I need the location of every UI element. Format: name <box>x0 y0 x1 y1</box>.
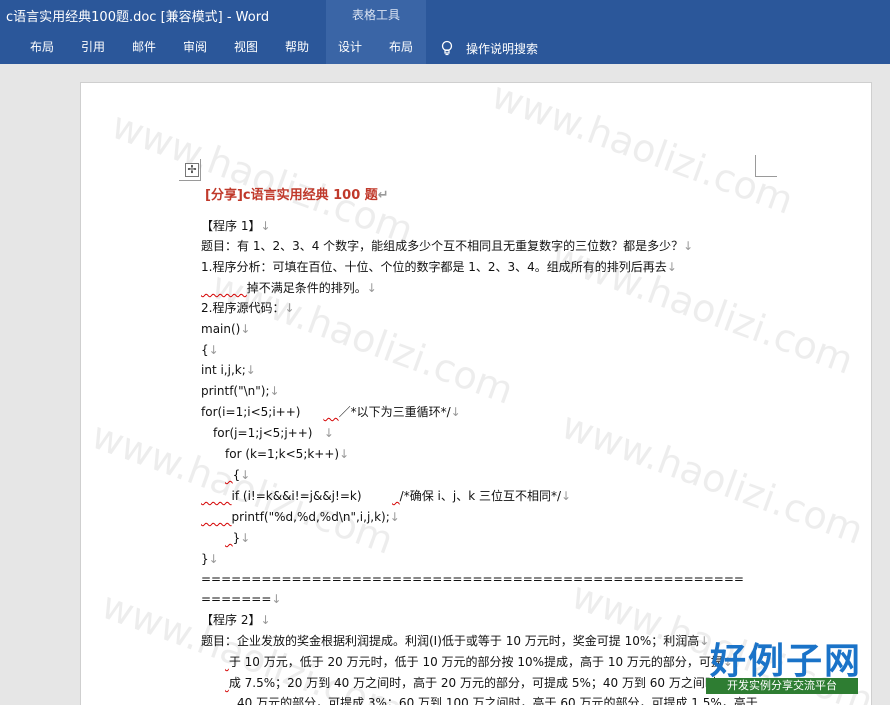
code-line: {↓ <box>232 468 251 482</box>
code-line: printf("\n");↓ <box>201 384 280 398</box>
title-bar: c语言实用经典100题.doc [兼容模式] - Word 表格工具 布局 引用… <box>0 0 890 64</box>
code-line: printf("%d,%d,%d\n",i,j,k);↓ <box>231 510 400 524</box>
tab-layout[interactable]: 布局 <box>30 38 54 58</box>
tab-mailings[interactable]: 邮件 <box>132 38 156 58</box>
tab-view[interactable]: 视图 <box>234 38 258 58</box>
logo-title: 好例子网 <box>710 641 863 682</box>
code-line: }↓ <box>232 531 251 545</box>
separator-line: =======↓ <box>201 592 282 606</box>
document-heading: [分享]c语言实用经典 100 题↵ <box>205 188 389 203</box>
code-line: main()↓ <box>201 322 251 336</box>
code-line: int i,j,k;↓ <box>201 363 256 377</box>
separator-line: ========================================… <box>201 572 744 586</box>
code-line: for(i=1;i<5;i++) ／*以下为三重循环*/↓ <box>201 405 461 419</box>
text-line: 掉不满足条件的排列。↓ <box>246 281 377 295</box>
text-line: 题目：有 1、2、3、4 个数字，能组成多少个互不相同且无重复数字的三位数？都是… <box>201 239 694 253</box>
table-tools-label: 表格工具 <box>351 8 400 22</box>
tell-me-label: 操作说明搜索 <box>466 41 539 56</box>
window-title: c语言实用经典100题.doc [兼容模式] - Word <box>6 10 270 25</box>
text-line: 【程序 1】↓ <box>201 219 271 233</box>
tab-references[interactable]: 引用 <box>81 38 105 58</box>
text-line: 题目：企业发放的奖金根据利润提成。利润(I)低于或等于 10 万元时，奖金可提 … <box>201 634 710 648</box>
tab-review[interactable]: 审阅 <box>183 38 207 58</box>
code-line: }↓ <box>201 552 219 566</box>
code-line: for(j=1;j<5;j++) ↓ <box>213 426 334 440</box>
site-logo: 好例子网 开发实例分享交流平台 <box>706 632 860 696</box>
text-line: 1.程序分析：可填在百位、十位、个位的数字都是 1、2、3、4。组成所有的排列后… <box>201 260 677 274</box>
text-line: 成 7.5%；20 万到 40 万之间时，高于 20 万元的部分，可提成 5%；… <box>228 676 727 690</box>
text-line: 【程序 2】↓ <box>201 613 271 627</box>
code-line: {↓ <box>201 343 219 357</box>
tab-table-layout[interactable]: 布局 <box>389 38 413 58</box>
tab-table-design[interactable]: 设计 <box>338 38 362 58</box>
code-line: if (i!=k&&i!=j&&j!=k) /*确保 i、j、k 三位互不相同*… <box>231 489 572 503</box>
logo-subtitle: 开发实例分享交流平台 <box>706 678 858 694</box>
lightbulb-icon <box>441 40 453 56</box>
tell-me-search[interactable]: 操作说明搜索 <box>440 38 538 58</box>
code-line: for (k=1;k<5;k++)↓ <box>225 447 350 461</box>
text-line: 2.程序源代码：↓ <box>201 301 295 315</box>
tab-help[interactable]: 帮助 <box>285 38 309 58</box>
document-body: [分享]c语言实用经典 100 题↵ 【程序 1】↓ 题目：有 1、2、3、4 … <box>81 83 871 705</box>
text-line: 于 10 万元，低于 20 万元时，低于 10 万元的部分按 10%提成，高于 … <box>228 655 733 669</box>
document-page[interactable]: www.haolizi.com www.haolizi.com www.haol… <box>80 73 879 705</box>
text-line: 40 万元的部分，可提成 3%；60 万到 100 万之间时，高于 60 万元的… <box>237 696 758 705</box>
